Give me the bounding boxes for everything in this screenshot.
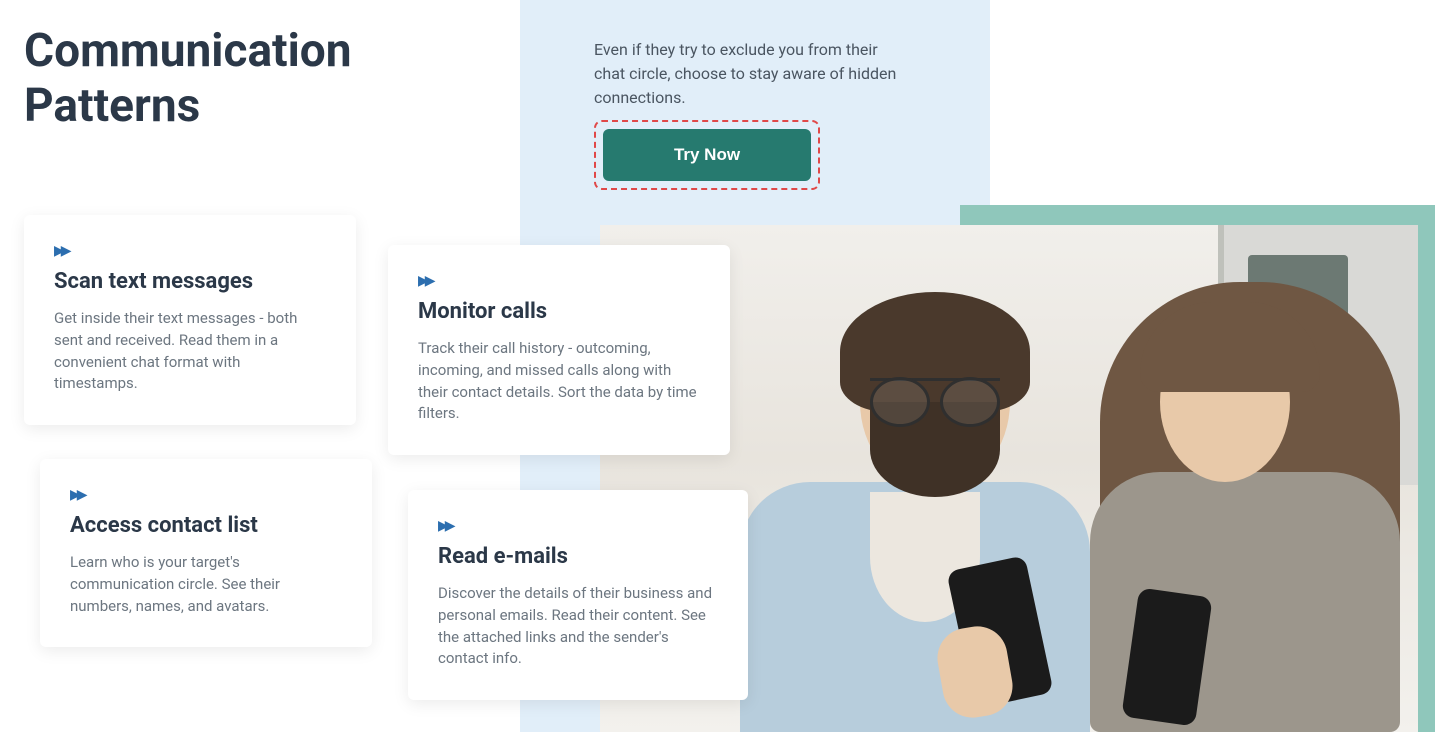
card-description: Discover the details of their business a… bbox=[438, 583, 718, 670]
card-title: Scan text messages bbox=[54, 269, 326, 294]
feature-card-scan-text-messages: ▶▶ Scan text messages Get inside their t… bbox=[24, 215, 356, 425]
feature-card-monitor-calls: ▶▶ Monitor calls Track their call histor… bbox=[388, 245, 730, 455]
card-title: Monitor calls bbox=[418, 299, 700, 324]
forward-icon: ▶▶ bbox=[438, 518, 718, 534]
forward-icon: ▶▶ bbox=[54, 243, 326, 259]
card-title: Access contact list bbox=[70, 513, 342, 538]
try-now-button[interactable]: Try Now bbox=[603, 129, 811, 181]
intro-description: Even if they try to exclude you from the… bbox=[594, 38, 904, 110]
feature-card-access-contact-list: ▶▶ Access contact list Learn who is your… bbox=[40, 459, 372, 647]
page-title: Communication Patterns bbox=[24, 24, 352, 134]
feature-card-read-emails: ▶▶ Read e-mails Discover the details of … bbox=[408, 490, 748, 700]
card-description: Get inside their text messages - both se… bbox=[54, 308, 326, 395]
cta-highlight-frame: Try Now bbox=[594, 120, 820, 190]
forward-icon: ▶▶ bbox=[418, 273, 700, 289]
card-description: Track their call history - outcoming, in… bbox=[418, 338, 700, 425]
card-title: Read e-mails bbox=[438, 544, 718, 569]
page-container: Communication Patterns Even if they try … bbox=[0, 0, 1435, 732]
card-description: Learn who is your target's communication… bbox=[70, 552, 342, 617]
forward-icon: ▶▶ bbox=[70, 487, 342, 503]
